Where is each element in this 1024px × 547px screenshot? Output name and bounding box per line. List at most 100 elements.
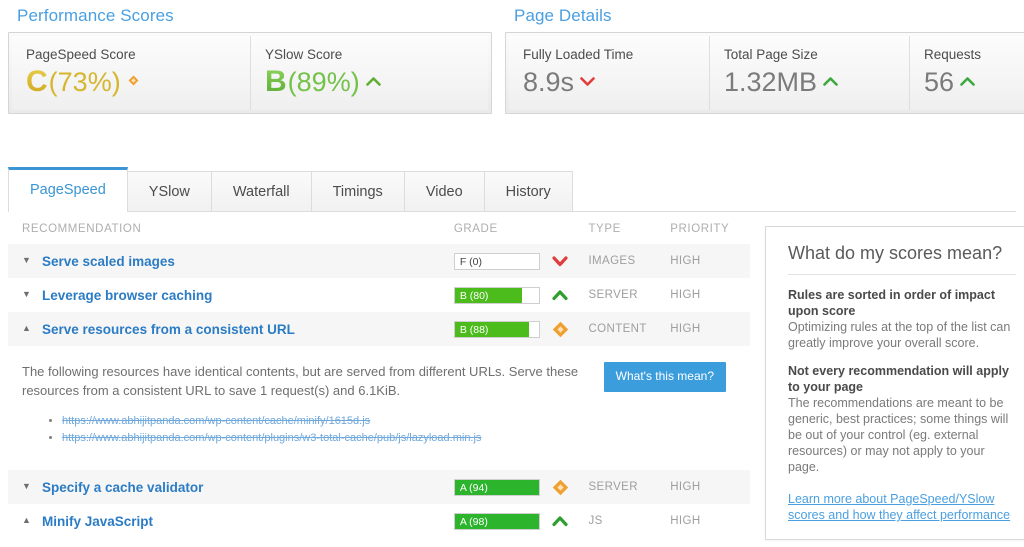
requests-value: 56 — [924, 66, 954, 98]
tab-pagespeed[interactable]: PageSpeed — [8, 167, 128, 212]
tabs-underline — [8, 211, 1016, 212]
grade-bar: B (80) — [454, 287, 540, 304]
info-block-heading: Rules are sorted in order of impact upon… — [788, 287, 1016, 319]
tab-waterfall[interactable]: Waterfall — [211, 171, 312, 212]
recommendation-type: CONTENT — [588, 323, 670, 335]
impact-diamond-icon — [552, 479, 569, 496]
resource-link[interactable]: https://www.abhijitpanda.com/wp-content/… — [62, 415, 370, 427]
recommendation-name[interactable]: Minify JavaScript — [42, 513, 153, 530]
pagespeed-grade-percent: (73%) — [49, 66, 121, 98]
requests-trend-up-icon — [960, 76, 975, 87]
impact-up-icon — [552, 289, 568, 301]
requests-card[interactable]: Requests 56 — [909, 36, 1024, 110]
tab-timings[interactable]: Timings — [311, 171, 405, 212]
table-row[interactable]: ▲ Serve resources from a consistent URL … — [8, 312, 750, 346]
info-block: Not every recommendation will apply to y… — [788, 363, 1016, 475]
learn-more-link[interactable]: Learn more about PageSpeed/YSlow scores … — [788, 491, 1016, 523]
yslow-score-card[interactable]: YSlow Score B (89%) — [250, 36, 488, 110]
pagespeed-score-value: C (73%) — [26, 66, 236, 98]
table-row[interactable]: ▼ Specify a cache validator A (94) SERVE… — [8, 470, 750, 504]
recommendation-priority: HIGH — [670, 323, 750, 335]
recommendation-name[interactable]: Specify a cache validator — [42, 479, 203, 496]
fully-loaded-time-value: 8.9s — [523, 66, 574, 98]
yslow-grade-letter: B — [265, 67, 287, 97]
list-item: https://www.abhijitpanda.com/wp-content/… — [62, 431, 736, 446]
column-header-priority: PRIORITY — [670, 223, 750, 235]
whats-this-mean-button[interactable]: What's this mean? — [604, 362, 726, 392]
grade-text: B (80) — [455, 288, 539, 304]
page-details-title: Page Details — [505, 5, 1024, 27]
recommendation-type: SERVER — [588, 481, 670, 493]
performance-scores-panel: Performance Scores PageSpeed Score C (73… — [8, 5, 492, 114]
scores-info-panel: What do my scores mean? Rules are sorted… — [765, 226, 1024, 540]
total-page-size-value: 1.32MB — [724, 66, 817, 98]
grade-bar: A (98) — [454, 513, 540, 530]
resource-list: https://www.abhijitpanda.com/wp-content/… — [22, 414, 736, 446]
page-details-panel: Page Details Fully Loaded Time 8.9s Tota… — [505, 5, 1024, 114]
gtmetrix-report-page: Performance Scores PageSpeed Score C (73… — [0, 0, 1024, 547]
grade-text: A (94) — [455, 480, 539, 496]
table-row[interactable]: ▼ Serve scaled images F (0) IMAGES HIGH — [8, 244, 750, 278]
recommendation-name[interactable]: Serve scaled images — [42, 253, 175, 270]
recommendation-priority: HIGH — [670, 255, 750, 267]
caret-down-icon[interactable]: ▼ — [22, 256, 35, 265]
page-details-cards: Fully Loaded Time 8.9s Total Page Size 1… — [505, 32, 1024, 114]
caret-up-icon[interactable]: ▲ — [22, 324, 35, 333]
column-header-type: TYPE — [588, 223, 670, 235]
grade-text: B (88) — [455, 322, 539, 338]
total-page-size-label: Total Page Size — [724, 46, 895, 63]
resource-link[interactable]: https://www.abhijitpanda.com/wp-content/… — [62, 432, 481, 444]
fully-loaded-time-card[interactable]: Fully Loaded Time 8.9s — [509, 36, 709, 110]
impact-diamond-icon — [552, 321, 569, 338]
tab-video[interactable]: Video — [404, 171, 485, 212]
grade-bar: A (94) — [454, 479, 540, 496]
tab-yslow[interactable]: YSlow — [127, 171, 212, 212]
info-block-heading: Not every recommendation will apply to y… — [788, 363, 1016, 395]
summary-row: Performance Scores PageSpeed Score C (73… — [0, 0, 1024, 140]
total-page-size-card[interactable]: Total Page Size 1.32MB — [709, 36, 909, 110]
pagespeed-score-card[interactable]: PageSpeed Score C (73%) — [12, 36, 250, 110]
info-panel-title: What do my scores mean? — [788, 241, 1016, 275]
info-block-body: The recommendations are meant to be gene… — [788, 395, 1016, 475]
recommendations-table: RECOMMENDATION GRADE TYPE PRIORITY ▼ Ser… — [8, 214, 750, 538]
recommendation-priority: HIGH — [670, 481, 750, 493]
impact-down-icon — [552, 255, 568, 267]
recommendation-priority: HIGH — [670, 289, 750, 301]
table-row[interactable]: ▼ Leverage browser caching B (80) SERVER… — [8, 278, 750, 312]
fully-loaded-time-label: Fully Loaded Time — [523, 46, 695, 63]
recommendation-name[interactable]: Leverage browser caching — [42, 287, 212, 304]
fully-loaded-time-trend-down-icon — [580, 76, 595, 87]
tab-history[interactable]: History — [484, 171, 573, 212]
recommendation-priority: HIGH — [670, 515, 750, 527]
table-row[interactable]: ▲ Minify JavaScript A (98) JS HIGH — [8, 504, 750, 538]
yslow-score-label: YSlow Score — [265, 46, 474, 63]
caret-down-icon[interactable]: ▼ — [22, 482, 35, 491]
grade-bar: B (88) — [454, 321, 540, 338]
caret-down-icon[interactable]: ▼ — [22, 290, 35, 299]
grade-bar: F (0) — [454, 253, 540, 270]
pagespeed-trend-diamond-icon — [127, 74, 140, 87]
column-header-grade: GRADE — [454, 223, 589, 235]
recommendation-name[interactable]: Serve resources from a consistent URL — [42, 321, 295, 338]
performance-scores-cards: PageSpeed Score C (73%) YSlow Score B (8… — [8, 32, 492, 114]
requests-label: Requests — [924, 46, 1024, 63]
list-item: https://www.abhijitpanda.com/wp-content/… — [62, 414, 736, 429]
info-block: Rules are sorted in order of impact upon… — [788, 287, 1016, 351]
total-page-size-trend-up-icon — [823, 76, 838, 87]
recommendations-table-header: RECOMMENDATION GRADE TYPE PRIORITY — [8, 214, 750, 244]
recommendation-type: SERVER — [588, 289, 670, 301]
fully-loaded-time-value-wrap: 8.9s — [523, 66, 695, 98]
info-block-body: Optimizing rules at the top of the list … — [788, 319, 1016, 351]
column-header-recommendation: RECOMMENDATION — [22, 223, 454, 235]
recommendation-detail-panel: The following resources have identical c… — [8, 346, 750, 470]
pagespeed-grade-letter: C — [26, 67, 48, 97]
recommendation-type: IMAGES — [588, 255, 670, 267]
grade-text: A (98) — [455, 514, 539, 530]
caret-up-icon[interactable]: ▲ — [22, 516, 35, 525]
pagespeed-score-label: PageSpeed Score — [26, 46, 236, 63]
performance-scores-title: Performance Scores — [8, 5, 492, 27]
yslow-grade-percent: (89%) — [288, 66, 360, 98]
yslow-score-value: B (89%) — [265, 66, 474, 98]
requests-value-wrap: 56 — [924, 66, 1024, 98]
total-page-size-value-wrap: 1.32MB — [724, 66, 895, 98]
